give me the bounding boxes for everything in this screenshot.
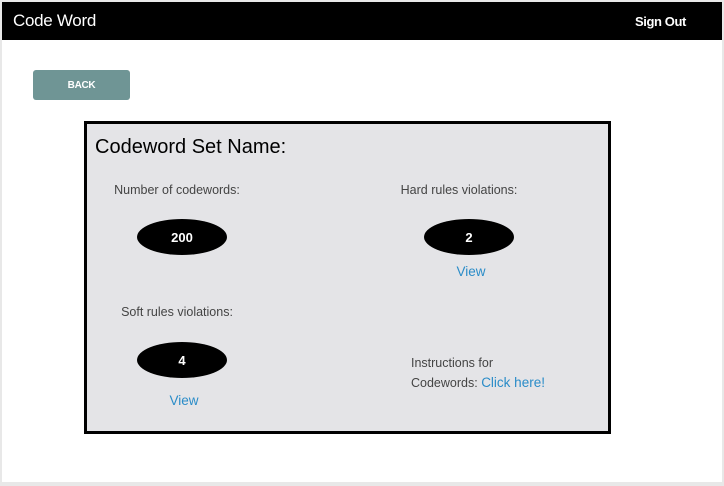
app-title: Code Word	[13, 11, 96, 30]
panel-title: Codeword Set Name:	[95, 136, 287, 158]
codewords-label: Number of codewords:	[114, 183, 240, 197]
codeword-set-panel: Codeword Set Name: Number of codewords: …	[84, 121, 611, 434]
instructions-link[interactable]: Click here!	[481, 375, 545, 390]
codewords-count: 200	[137, 219, 227, 255]
soft-violations-view-link[interactable]: View	[154, 393, 214, 408]
instructions-line1: Instructions for	[411, 356, 493, 370]
soft-violations-count: 4	[137, 342, 227, 378]
hard-violations-count: 2	[424, 219, 514, 255]
hard-violations-label: Hard rules violations:	[400, 183, 518, 197]
navbar: Code Word Sign Out	[2, 2, 722, 40]
sign-out-link[interactable]: Sign Out	[635, 14, 686, 29]
back-button[interactable]: BACK	[33, 70, 130, 100]
instructions-line2: Codewords:	[411, 376, 478, 390]
soft-violations-label: Soft rules violations:	[121, 305, 233, 319]
hard-violations-view-link[interactable]: View	[441, 264, 501, 279]
instructions: Instructions for Codewords: Click here!	[411, 353, 545, 393]
page: Code Word Sign Out BACK Codeword Set Nam…	[2, 2, 722, 482]
